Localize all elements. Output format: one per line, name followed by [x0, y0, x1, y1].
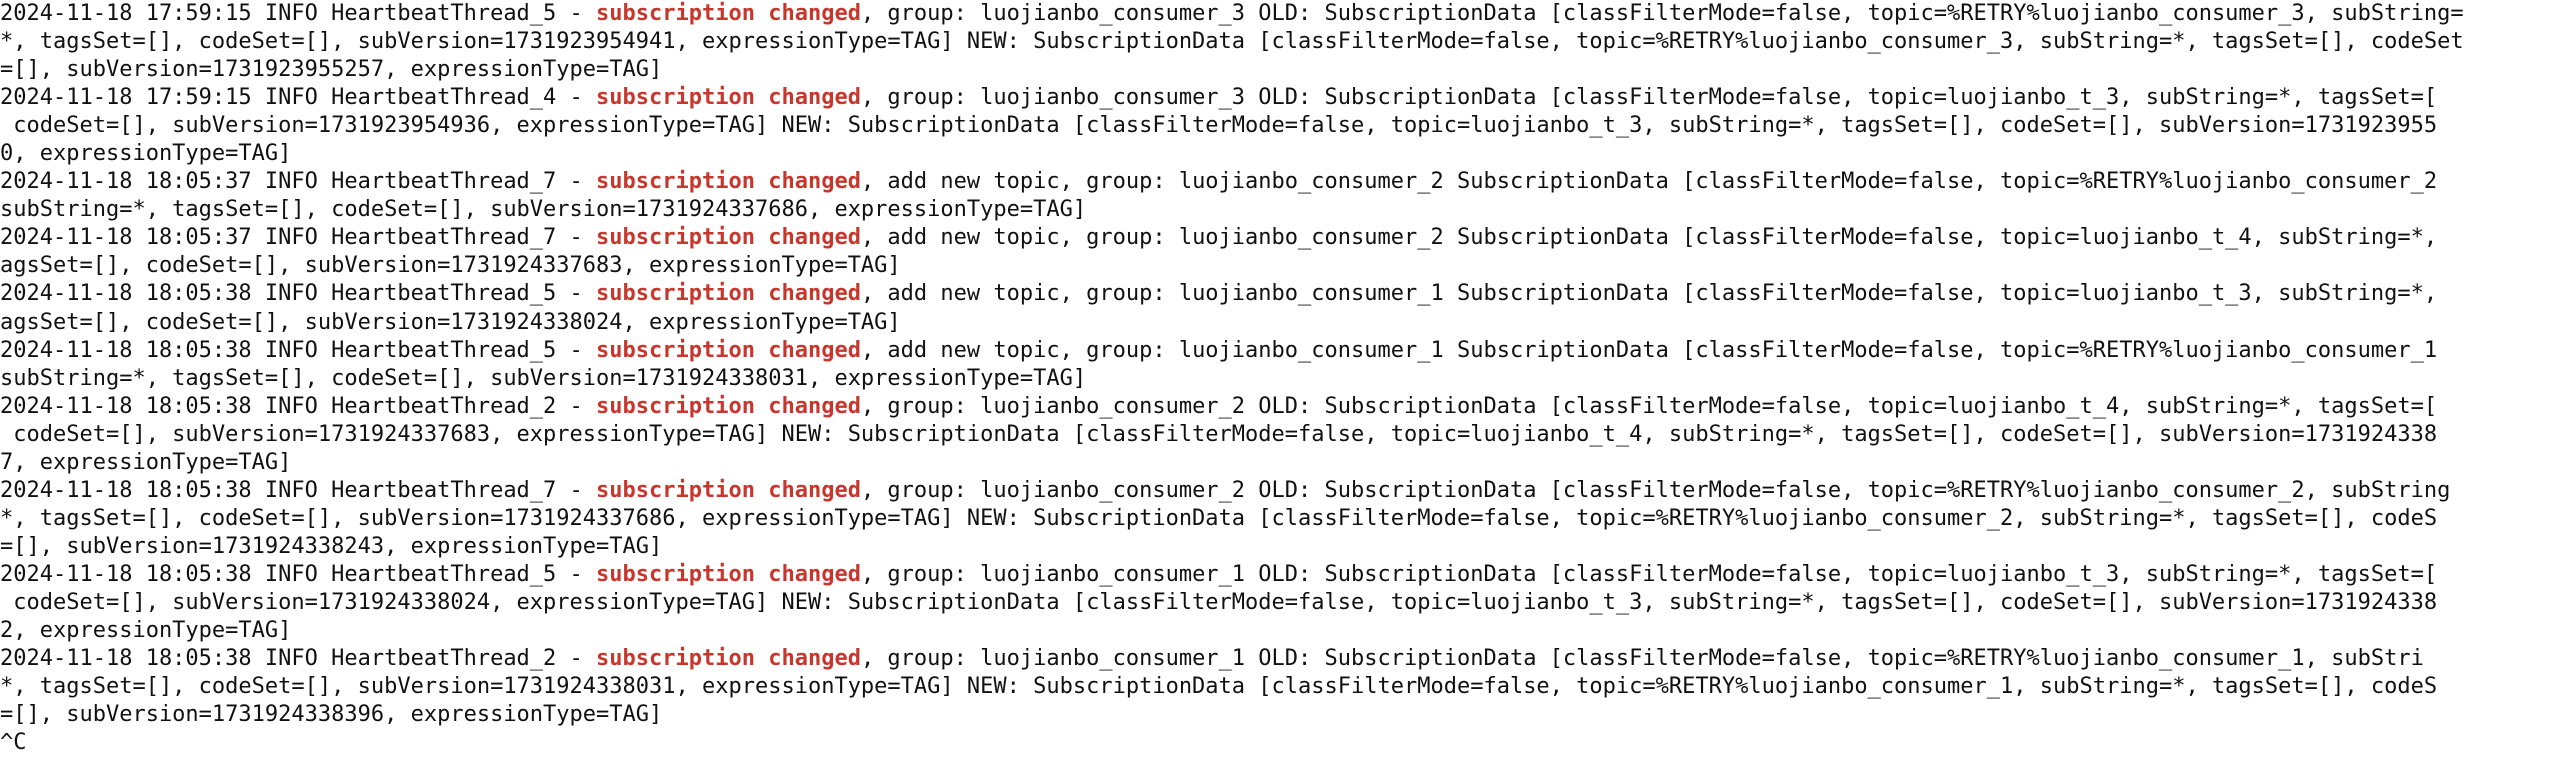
- log-text: agsSet=[], codeSet=[], subVersion=173192…: [0, 253, 901, 279]
- log-line: 2024-11-18 18:05:37 INFO HeartbeatThread…: [0, 224, 2566, 252]
- log-text: 2024-11-18 17:59:15 INFO HeartbeatThread…: [0, 1, 597, 26]
- highlight-keyword: subscription changed: [596, 393, 861, 419]
- log-line: 2024-11-18 18:05:38 INFO HeartbeatThread…: [0, 280, 2566, 308]
- log-text: 2, expressionType=TAG]: [0, 618, 292, 644]
- highlight-keyword: subscription changed: [596, 1, 861, 26]
- log-line: 2024-11-18 17:59:15 INFO HeartbeatThread…: [0, 84, 2566, 112]
- log-line: *, tagsSet=[], codeSet=[], subVersion=17…: [0, 28, 2566, 56]
- highlight-keyword: subscription changed: [596, 561, 861, 587]
- log-text: =[], subVersion=1731923955257, expressio…: [0, 57, 663, 83]
- log-text: subString=*, tagsSet=[], codeSet=[], sub…: [0, 365, 1087, 391]
- log-text: *, tagsSet=[], codeSet=[], subVersion=17…: [0, 674, 2438, 700]
- highlight-keyword: subscription changed: [596, 646, 861, 672]
- log-line: 2024-11-18 18:05:38 INFO HeartbeatThread…: [0, 645, 2566, 673]
- log-text: 2024-11-18 18:05:38 INFO HeartbeatThread…: [0, 393, 597, 419]
- log-text: *, tagsSet=[], codeSet=[], subVersion=17…: [0, 505, 2438, 531]
- highlight-keyword: subscription changed: [596, 281, 861, 307]
- log-text: , group: luojianbo_consumer_3 OLD: Subsc…: [860, 85, 2438, 111]
- log-text: , add new topic, group: luojianbo_consum…: [860, 337, 2438, 363]
- log-text: , add new topic, group: luojianbo_consum…: [860, 281, 2438, 307]
- log-text: , group: luojianbo_consumer_2 OLD: Subsc…: [860, 477, 2451, 503]
- log-line: agsSet=[], codeSet=[], subVersion=173192…: [0, 252, 2566, 280]
- log-output: 2024-11-18 17:59:15 INFO HeartbeatThread…: [0, 0, 2566, 729]
- log-line: =[], subVersion=1731924338243, expressio…: [0, 533, 2566, 561]
- log-text: 0, expressionType=TAG]: [0, 141, 292, 167]
- highlight-keyword: subscription changed: [596, 477, 861, 503]
- log-text: , group: luojianbo_consumer_2 OLD: Subsc…: [860, 393, 2438, 419]
- log-line: codeSet=[], subVersion=1731923954936, ex…: [0, 112, 2566, 140]
- log-text: , group: luojianbo_consumer_3 OLD: Subsc…: [860, 1, 2464, 26]
- log-line: 2024-11-18 18:05:38 INFO HeartbeatThread…: [0, 561, 2566, 589]
- log-text: 7, expressionType=TAG]: [0, 449, 292, 475]
- log-line: subString=*, tagsSet=[], codeSet=[], sub…: [0, 365, 2566, 393]
- log-text: =[], subVersion=1731924338396, expressio…: [0, 702, 663, 728]
- log-text: , add new topic, group: luojianbo_consum…: [860, 225, 2438, 251]
- log-text: 2024-11-18 18:05:38 INFO HeartbeatThread…: [0, 561, 597, 587]
- log-line: codeSet=[], subVersion=1731924337683, ex…: [0, 421, 2566, 449]
- log-text: agsSet=[], codeSet=[], subVersion=173192…: [0, 309, 901, 335]
- log-line: =[], subVersion=1731924338396, expressio…: [0, 701, 2566, 729]
- log-line: 2024-11-18 18:05:38 INFO HeartbeatThread…: [0, 393, 2566, 421]
- log-line: 2024-11-18 18:05:38 INFO HeartbeatThread…: [0, 477, 2566, 505]
- log-line: 7, expressionType=TAG]: [0, 449, 2566, 477]
- log-line: 2024-11-18 17:59:15 INFO HeartbeatThread…: [0, 0, 2566, 28]
- log-text: 2024-11-18 18:05:38 INFO HeartbeatThread…: [0, 337, 597, 363]
- log-text: 2024-11-18 18:05:38 INFO HeartbeatThread…: [0, 646, 597, 672]
- log-text: 2024-11-18 18:05:37 INFO HeartbeatThread…: [0, 169, 597, 195]
- log-line: 2024-11-18 18:05:37 INFO HeartbeatThread…: [0, 168, 2566, 196]
- log-line: =[], subVersion=1731923955257, expressio…: [0, 56, 2566, 84]
- highlight-keyword: subscription changed: [596, 337, 861, 363]
- log-text: , add new topic, group: luojianbo_consum…: [860, 169, 2438, 195]
- log-text: codeSet=[], subVersion=1731924337683, ex…: [0, 421, 2438, 447]
- log-line: 2024-11-18 18:05:38 INFO HeartbeatThread…: [0, 337, 2566, 365]
- highlight-keyword: subscription changed: [596, 225, 861, 251]
- log-line: 2, expressionType=TAG]: [0, 617, 2566, 645]
- log-text: *, tagsSet=[], codeSet=[], subVersion=17…: [0, 29, 2464, 55]
- log-text: codeSet=[], subVersion=1731923954936, ex…: [0, 113, 2438, 139]
- highlight-keyword: subscription changed: [596, 85, 861, 111]
- log-text: =[], subVersion=1731924338243, expressio…: [0, 533, 663, 559]
- highlight-keyword: subscription changed: [596, 169, 861, 195]
- log-line: *, tagsSet=[], codeSet=[], subVersion=17…: [0, 505, 2566, 533]
- log-text: subString=*, tagsSet=[], codeSet=[], sub…: [0, 197, 1087, 223]
- log-line: agsSet=[], codeSet=[], subVersion=173192…: [0, 309, 2566, 337]
- log-text: 2024-11-18 17:59:15 INFO HeartbeatThread…: [0, 85, 597, 111]
- log-text: 2024-11-18 18:05:38 INFO HeartbeatThread…: [0, 477, 597, 503]
- interrupt-line: ^C: [0, 730, 27, 756]
- log-text: 2024-11-18 18:05:38 INFO HeartbeatThread…: [0, 281, 597, 307]
- log-line: 0, expressionType=TAG]: [0, 140, 2566, 168]
- log-text: 2024-11-18 18:05:37 INFO HeartbeatThread…: [0, 225, 597, 251]
- log-text: , group: luojianbo_consumer_1 OLD: Subsc…: [860, 561, 2438, 587]
- log-text: codeSet=[], subVersion=1731924338024, ex…: [0, 589, 2438, 615]
- log-line: codeSet=[], subVersion=1731924338024, ex…: [0, 589, 2566, 617]
- log-line: *, tagsSet=[], codeSet=[], subVersion=17…: [0, 673, 2566, 701]
- log-text: , group: luojianbo_consumer_1 OLD: Subsc…: [860, 646, 2424, 672]
- log-line: subString=*, tagsSet=[], codeSet=[], sub…: [0, 196, 2566, 224]
- terminal-output[interactable]: 2024-11-18 17:59:15 INFO HeartbeatThread…: [0, 0, 2566, 764]
